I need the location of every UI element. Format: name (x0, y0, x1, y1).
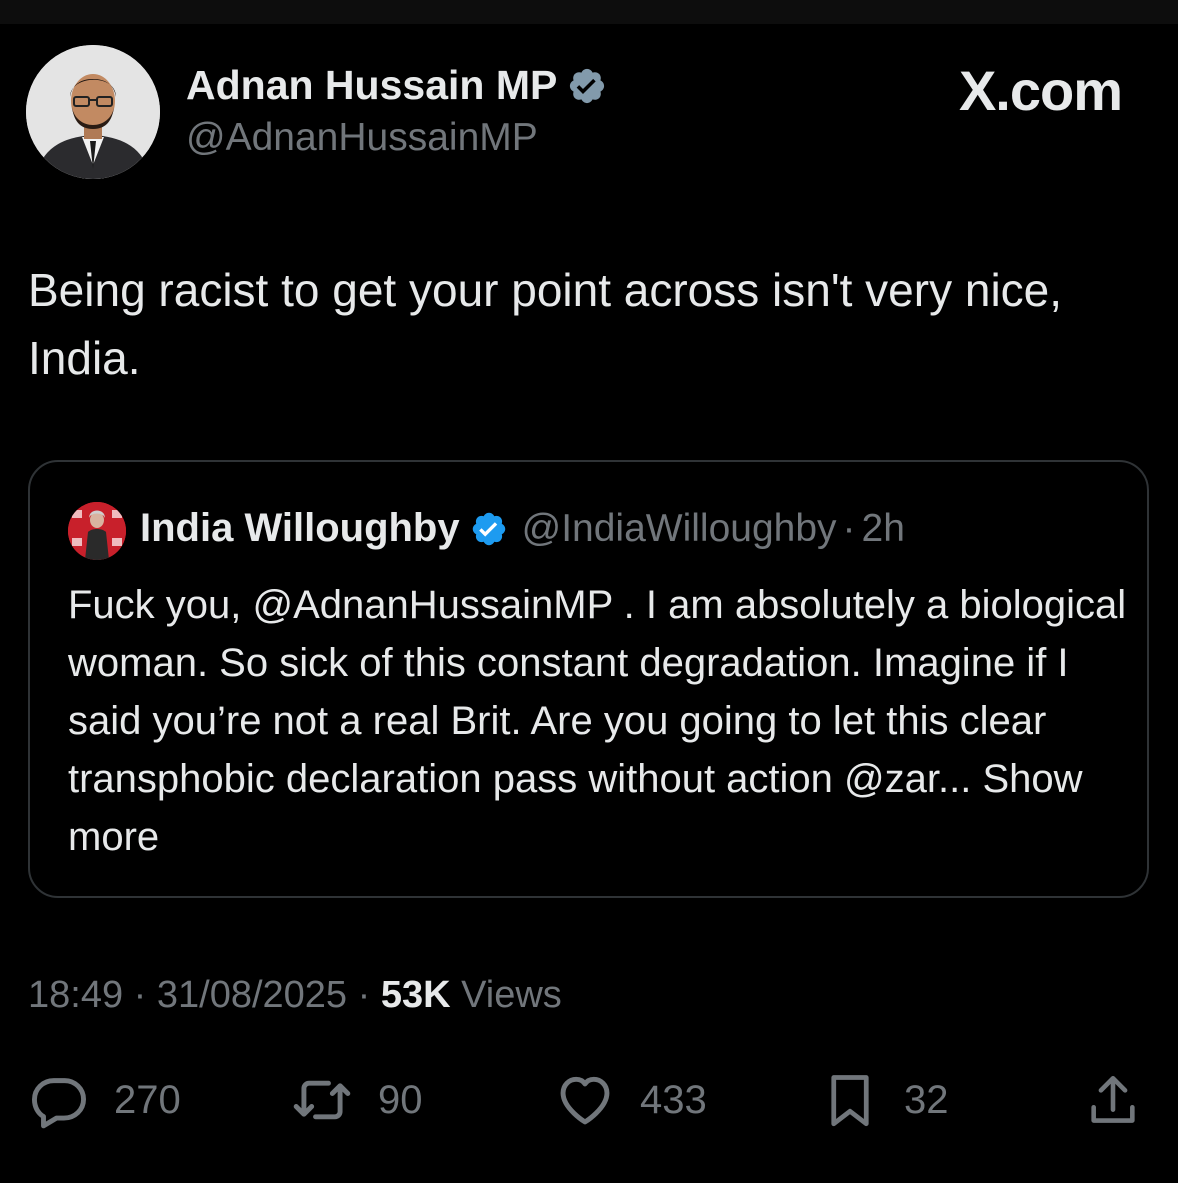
bookmark-icon (831, 1075, 869, 1127)
author-avatar-image (26, 45, 160, 179)
heart-icon (560, 1076, 610, 1125)
reply-icon (32, 1078, 86, 1129)
bookmark-count: 32 (904, 1077, 949, 1122)
quoted-avatar[interactable] (68, 502, 126, 560)
tweet-meta: 18:49 · 31/08/2025 · 53K Views (28, 974, 562, 1017)
reply-button[interactable]: 270 (28, 1068, 181, 1132)
repost-count: 90 (378, 1077, 423, 1122)
quoted-separator: · (842, 506, 856, 550)
repost-button[interactable]: 90 (290, 1068, 423, 1132)
views-count: 53K (380, 974, 451, 1016)
author-avatar[interactable] (26, 45, 160, 179)
share-icon (1091, 1075, 1135, 1123)
quoted-handle[interactable]: @IndiaWilloughby (522, 507, 837, 551)
author-name-row[interactable]: Adnan Hussain MP (186, 62, 607, 109)
brand-watermark: X.com (958, 59, 1123, 122)
views-label: Views (461, 974, 562, 1016)
tweet-text: Being racist to get your point across is… (28, 264, 1063, 384)
repost-icon (293, 1080, 351, 1120)
like-count: 433 (640, 1077, 707, 1122)
reply-count: 270 (114, 1077, 181, 1122)
meta-separator: · (133, 974, 147, 1016)
status-bar-strip (0, 0, 1178, 24)
like-button[interactable]: 433 (554, 1068, 707, 1132)
verified-badge-icon (570, 68, 605, 103)
quoted-header: India Willoughby @IndiaWilloughby · 2h (140, 506, 905, 551)
quoted-avatar-image (68, 502, 126, 560)
quoted-body: Fuck you, @AdnanHussainMP . I am absolut… (68, 583, 1127, 801)
verified-badge-icon (472, 512, 505, 545)
quoted-timestamp[interactable]: 2h (862, 507, 905, 551)
share-button[interactable] (1084, 1068, 1142, 1132)
author-name[interactable]: Adnan Hussain MP (186, 62, 557, 109)
tweet-time[interactable]: 18:49 (28, 974, 123, 1016)
meta-separator: · (357, 974, 371, 1016)
quoted-name[interactable]: India Willoughby (140, 506, 460, 551)
quoted-text: Fuck you, @AdnanHussainMP . I am absolut… (68, 576, 1128, 866)
tweet-date[interactable]: 31/08/2025 (157, 974, 347, 1016)
bookmark-button[interactable]: 32 (820, 1068, 949, 1132)
quoted-tweet-card[interactable]: India Willoughby @IndiaWilloughby · 2h F… (28, 460, 1149, 898)
author-handle[interactable]: @AdnanHussainMP (186, 116, 538, 160)
